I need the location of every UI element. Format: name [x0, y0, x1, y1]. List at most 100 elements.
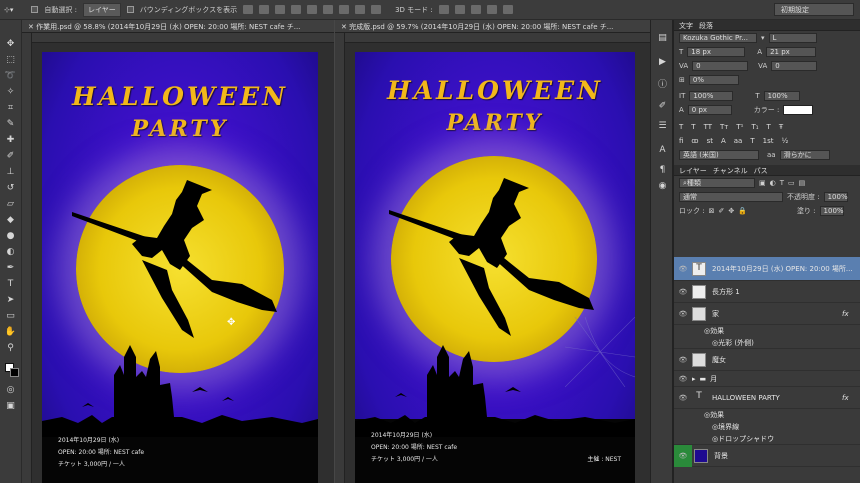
blur-icon[interactable]: ●: [4, 230, 17, 241]
layer-row[interactable]: 👁 家 fx: [674, 303, 860, 325]
vertical-scale-input[interactable]: 100%: [689, 91, 734, 101]
lock-image-icon[interactable]: ✐: [718, 207, 724, 215]
bucket-icon[interactable]: ◆: [4, 214, 17, 225]
history-panel-icon[interactable]: ▤: [656, 32, 669, 43]
kerning-input[interactable]: 0: [692, 61, 749, 71]
subscript-icon[interactable]: T₁: [751, 123, 758, 131]
font-family-select[interactable]: Kozuka Gothic Pr...: [679, 33, 757, 43]
layer-group-row[interactable]: 👁 ▸ ▬ 月: [674, 371, 860, 387]
canvas-work[interactable]: HALLOWEEN PARTY 2014年10月29日 (水) OPEN: 20…: [42, 52, 318, 483]
effect-row[interactable]: ◎ 効果: [674, 409, 860, 421]
fraction-half-icon[interactable]: ½: [782, 137, 789, 145]
filter-pixel-icon[interactable]: ▣: [759, 179, 766, 187]
filter-shape-icon[interactable]: ▭: [788, 179, 795, 187]
ornament-icon[interactable]: ꝏ: [691, 137, 698, 145]
visibility-icon[interactable]: 👁: [674, 394, 692, 402]
tab-character[interactable]: 文字: [679, 21, 693, 30]
document-tab-final[interactable]: ✕ 完成版.psd @ 59.7% (2014年10月29日 (水) OPEN:…: [335, 20, 650, 33]
screen-mode-icon[interactable]: ▣: [4, 400, 17, 411]
layer-row[interactable]: 👁 魔女: [674, 349, 860, 371]
effect-row[interactable]: ◎ ドロップシャドウ: [674, 433, 860, 445]
rectangle-icon[interactable]: ▭: [4, 310, 17, 321]
path-select-icon[interactable]: ➤: [4, 294, 17, 305]
eraser-icon[interactable]: ▱: [4, 198, 17, 209]
brush-icon[interactable]: ✐: [4, 150, 17, 161]
3d-drag-icon[interactable]: [470, 5, 481, 14]
faux-bold-icon[interactable]: T: [679, 123, 683, 131]
background-color-swatch[interactable]: [10, 368, 19, 377]
history-brush-icon[interactable]: ↺: [4, 182, 17, 193]
workspace-dropdown[interactable]: 初期設定: [774, 3, 854, 16]
dodge-icon[interactable]: ◐: [4, 246, 17, 257]
close-tab-icon[interactable]: ✕: [341, 23, 349, 31]
3d-scale-icon[interactable]: [502, 5, 513, 14]
healing-brush-icon[interactable]: ✚: [4, 134, 17, 145]
stamp-icon[interactable]: ⊥: [4, 166, 17, 177]
text-color-swatch[interactable]: [783, 105, 814, 115]
layer-row[interactable]: 👁 T HALLOWEEN PARTY fx: [674, 387, 860, 409]
pen-icon[interactable]: ✒: [4, 262, 17, 273]
effect-row[interactable]: ◎ 効果: [674, 325, 860, 337]
filter-type-icon[interactable]: T: [780, 179, 784, 187]
adjustments-panel-icon[interactable]: ☰: [656, 120, 669, 131]
faux-italic-icon[interactable]: T: [691, 123, 695, 131]
crop-icon[interactable]: ⌗: [4, 102, 17, 113]
fx-icon[interactable]: fx: [842, 394, 849, 402]
opacity-input[interactable]: 100%: [823, 192, 848, 202]
brush-panel-icon[interactable]: ✐: [656, 100, 669, 111]
paragraph-panel-icon[interactable]: ¶: [656, 164, 669, 175]
fx-icon[interactable]: fx: [842, 310, 849, 318]
ordinal-icon[interactable]: T: [750, 137, 754, 145]
expand-arrow-icon[interactable]: ▸: [692, 375, 696, 383]
chevron-down-icon[interactable]: ▾: [761, 34, 765, 42]
superscript-icon[interactable]: T¹: [736, 123, 743, 131]
3d-rotate-icon[interactable]: [438, 5, 449, 14]
canvas-final[interactable]: HALLOWEEN PARTY 2014年10月29日 (水) OPEN: 20…: [355, 52, 635, 483]
swash-icon[interactable]: st: [707, 137, 713, 145]
visibility-icon[interactable]: 👁: [674, 444, 692, 467]
auto-select-checkbox[interactable]: [31, 6, 39, 13]
align-bottom-icon[interactable]: [275, 5, 286, 14]
small-caps-icon[interactable]: Tт: [720, 123, 728, 131]
layer-row[interactable]: 👁 T 2014年10月29日 (水) OPEN: 20:00 場所...: [674, 257, 860, 281]
leading-input[interactable]: 21 px: [766, 47, 817, 57]
distribute-icon[interactable]: [339, 5, 350, 14]
visibility-icon[interactable]: 👁: [674, 375, 692, 383]
layer-filter-select[interactable]: ⌕ 種類: [679, 178, 755, 188]
tab-paragraph[interactable]: 段落: [699, 21, 713, 30]
blend-mode-select[interactable]: 通常: [679, 192, 783, 202]
info-panel-icon[interactable]: ⓘ: [656, 78, 669, 90]
tab-layers[interactable]: レイヤー: [679, 166, 707, 175]
lasso-icon[interactable]: ➰: [4, 70, 17, 81]
fill-input[interactable]: 100%: [819, 206, 844, 216]
lock-pixels-icon[interactable]: ⊠: [709, 207, 715, 215]
align-left-icon[interactable]: [291, 5, 302, 14]
filter-adjust-icon[interactable]: ◐: [770, 179, 776, 187]
actions-panel-icon[interactable]: ▶: [656, 56, 669, 67]
effect-row[interactable]: ◎ 光彩 (外側): [674, 337, 860, 349]
titling-icon[interactable]: aa: [734, 137, 743, 145]
3d-roll-icon[interactable]: [454, 5, 465, 14]
visibility-icon[interactable]: 👁: [674, 310, 692, 318]
lock-all-icon[interactable]: 🔒: [738, 207, 747, 215]
tab-channels[interactable]: チャンネル: [713, 166, 748, 175]
visibility-icon[interactable]: 👁: [674, 288, 692, 296]
move-icon[interactable]: ✥: [4, 38, 17, 49]
baseline-shift-input[interactable]: 0 px: [687, 105, 732, 115]
ligature-icon[interactable]: fi: [679, 137, 683, 145]
styles-panel-icon[interactable]: ◉: [656, 180, 669, 191]
antialias-select[interactable]: 滑らかに: [779, 150, 830, 160]
quick-mask-icon[interactable]: ◎: [4, 384, 17, 395]
visibility-icon[interactable]: 👁: [674, 356, 692, 364]
zoom-icon[interactable]: ⚲: [4, 342, 17, 353]
effect-row[interactable]: ◎ 境界線: [674, 421, 860, 433]
magic-wand-icon[interactable]: ✧: [4, 86, 17, 97]
3d-slide-icon[interactable]: [486, 5, 497, 14]
layer-row[interactable]: 👁 長方形 1: [674, 281, 860, 303]
align-center-icon[interactable]: [307, 5, 318, 14]
font-style-select[interactable]: L: [768, 33, 817, 43]
move-tool-icon[interactable]: ⊹▾: [4, 6, 13, 14]
tracking-input[interactable]: 0: [771, 61, 818, 71]
close-tab-icon[interactable]: ✕: [28, 23, 36, 31]
align-right-icon[interactable]: [323, 5, 334, 14]
